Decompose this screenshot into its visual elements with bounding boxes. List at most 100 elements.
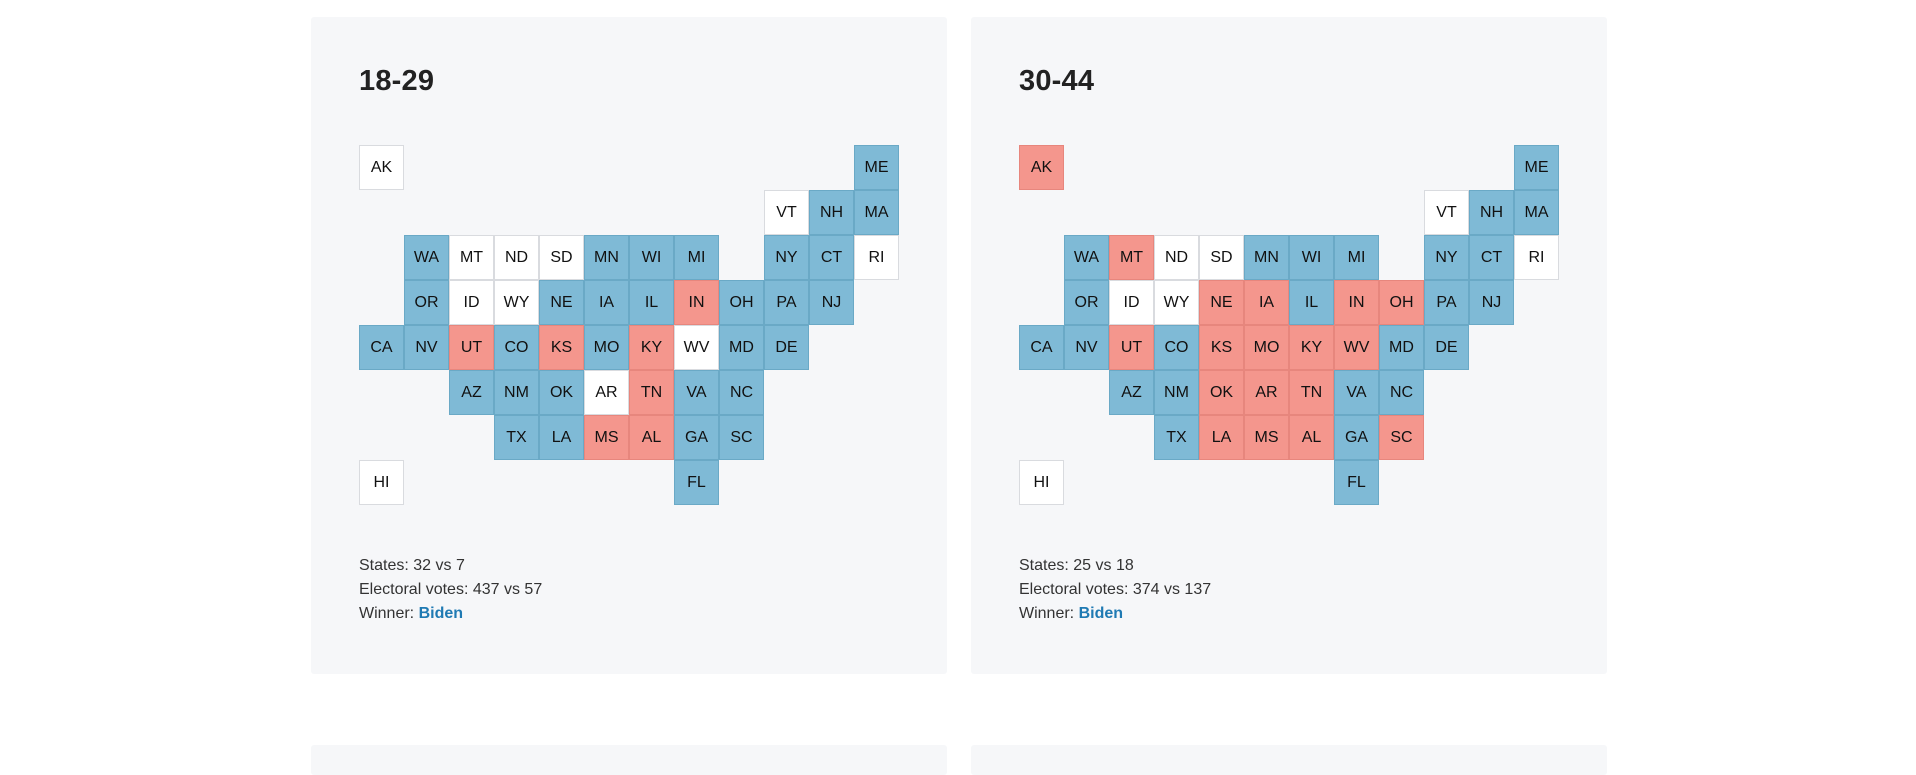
state-tile-la: LA bbox=[1199, 415, 1244, 460]
state-tile-tx: TX bbox=[1154, 415, 1199, 460]
electoral-line: Electoral votes: 437 vs 57 bbox=[359, 578, 542, 602]
state-tile-ma: MA bbox=[1514, 190, 1559, 235]
age-panel-30-44: 30-44 AK ME VT NH MA WA MT ND SD MN WI MI NY CT RI OR ID… bbox=[971, 17, 1607, 674]
state-tile-al: AL bbox=[1289, 415, 1334, 460]
state-tile-or: OR bbox=[1064, 280, 1109, 325]
state-tile-mo: MO bbox=[1244, 325, 1289, 370]
state-tile-wy: WY bbox=[494, 280, 539, 325]
state-tile-nd: ND bbox=[494, 235, 539, 280]
states-line: States: 32 vs 7 bbox=[359, 554, 542, 578]
state-tile-ak: AK bbox=[359, 145, 404, 190]
state-tile-ky: KY bbox=[629, 325, 674, 370]
state-tile-fl: FL bbox=[674, 460, 719, 505]
state-tile-sd: SD bbox=[539, 235, 584, 280]
state-tile-nh: NH bbox=[809, 190, 854, 235]
state-tile-vt: VT bbox=[1424, 190, 1469, 235]
state-tile-nj: NJ bbox=[1469, 280, 1514, 325]
state-tile-wy: WY bbox=[1154, 280, 1199, 325]
state-tile-ri: RI bbox=[1514, 235, 1559, 280]
state-tile-mn: MN bbox=[584, 235, 629, 280]
state-tile-nh: NH bbox=[1469, 190, 1514, 235]
state-tile-ak: AK bbox=[1019, 145, 1064, 190]
state-tile-ga: GA bbox=[674, 415, 719, 460]
state-tile-tx: TX bbox=[494, 415, 539, 460]
state-tile-ca: CA bbox=[359, 325, 404, 370]
electoral-value: 437 vs 57 bbox=[472, 581, 543, 598]
state-tile-wa: WA bbox=[404, 235, 449, 280]
state-tile-in: IN bbox=[674, 280, 719, 325]
state-tile-ct: CT bbox=[809, 235, 854, 280]
state-tile-sc: SC bbox=[1379, 415, 1424, 460]
state-tile-ok: OK bbox=[1199, 370, 1244, 415]
state-tile-md: MD bbox=[1379, 325, 1424, 370]
state-tile-vt: VT bbox=[764, 190, 809, 235]
state-tile-co: CO bbox=[494, 325, 539, 370]
state-tile-ia: IA bbox=[1244, 280, 1289, 325]
winner-line: Winner: Biden bbox=[359, 602, 542, 626]
state-tile-nv: NV bbox=[404, 325, 449, 370]
state-tile-ks: KS bbox=[539, 325, 584, 370]
electoral-label: Electoral votes: bbox=[359, 581, 469, 598]
state-tile-de: DE bbox=[1424, 325, 1469, 370]
state-tile-mi: MI bbox=[674, 235, 719, 280]
state-tile-oh: OH bbox=[719, 280, 764, 325]
next-panel-left bbox=[311, 745, 947, 775]
state-tile-ms: MS bbox=[584, 415, 629, 460]
winner-label: Winner: bbox=[1019, 605, 1075, 622]
state-tile-oh: OH bbox=[1379, 280, 1424, 325]
state-tile-nj: NJ bbox=[809, 280, 854, 325]
state-tile-nc: NC bbox=[1379, 370, 1424, 415]
state-tile-ok: OK bbox=[539, 370, 584, 415]
state-tile-ny: NY bbox=[764, 235, 809, 280]
state-tile-mi: MI bbox=[1334, 235, 1379, 280]
state-tile-va: VA bbox=[1334, 370, 1379, 415]
state-tile-ma: MA bbox=[854, 190, 899, 235]
state-tile-az: AZ bbox=[1109, 370, 1154, 415]
state-tile-ga: GA bbox=[1334, 415, 1379, 460]
state-tile-id: ID bbox=[1109, 280, 1154, 325]
state-tile-pa: PA bbox=[764, 280, 809, 325]
state-tile-de: DE bbox=[764, 325, 809, 370]
electoral-value: 374 vs 137 bbox=[1132, 581, 1212, 598]
winner-name: Biden bbox=[418, 605, 464, 622]
state-tile-al: AL bbox=[629, 415, 674, 460]
state-tile-la: LA bbox=[539, 415, 584, 460]
state-tile-ca: CA bbox=[1019, 325, 1064, 370]
state-tile-hi: HI bbox=[359, 460, 404, 505]
states-line: States: 25 vs 18 bbox=[1019, 554, 1211, 578]
panel-stats: States: 32 vs 7 Electoral votes: 437 vs … bbox=[359, 554, 542, 626]
state-tile-il: IL bbox=[629, 280, 674, 325]
state-tile-wi: WI bbox=[1289, 235, 1334, 280]
state-tile-map: AK ME VT NH MA WA MT ND SD MN WI MI NY CT RI OR ID WY NE IA… bbox=[359, 145, 899, 505]
next-panel-right bbox=[971, 745, 1607, 775]
winner-name: Biden bbox=[1078, 605, 1124, 622]
states-value: 25 vs 18 bbox=[1073, 557, 1134, 574]
state-tile-fl: FL bbox=[1334, 460, 1379, 505]
state-tile-mt: MT bbox=[1109, 235, 1154, 280]
electoral-line: Electoral votes: 374 vs 137 bbox=[1019, 578, 1211, 602]
state-tile-hi: HI bbox=[1019, 460, 1064, 505]
state-tile-ms: MS bbox=[1244, 415, 1289, 460]
state-tile-ny: NY bbox=[1424, 235, 1469, 280]
states-label: States: bbox=[359, 557, 409, 574]
state-tile-ut: UT bbox=[449, 325, 494, 370]
state-tile-ks: KS bbox=[1199, 325, 1244, 370]
state-tile-il: IL bbox=[1289, 280, 1334, 325]
state-tile-nd: ND bbox=[1154, 235, 1199, 280]
state-tile-pa: PA bbox=[1424, 280, 1469, 325]
state-tile-wv: WV bbox=[674, 325, 719, 370]
state-tile-me: ME bbox=[854, 145, 899, 190]
state-tile-mo: MO bbox=[584, 325, 629, 370]
state-tile-ar: AR bbox=[1244, 370, 1289, 415]
state-tile-ne: NE bbox=[539, 280, 584, 325]
state-tile-nm: NM bbox=[1154, 370, 1199, 415]
state-tile-or: OR bbox=[404, 280, 449, 325]
state-tile-mn: MN bbox=[1244, 235, 1289, 280]
state-tile-ky: KY bbox=[1289, 325, 1334, 370]
state-tile-az: AZ bbox=[449, 370, 494, 415]
state-tile-tn: TN bbox=[629, 370, 674, 415]
state-tile-map: AK ME VT NH MA WA MT ND SD MN WI MI NY CT RI OR ID WY NE IA… bbox=[1019, 145, 1559, 505]
state-tile-mt: MT bbox=[449, 235, 494, 280]
states-value: 32 vs 7 bbox=[413, 557, 465, 574]
state-tile-sc: SC bbox=[719, 415, 764, 460]
